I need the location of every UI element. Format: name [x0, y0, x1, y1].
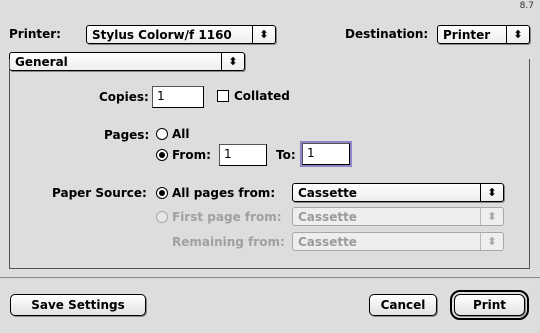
remaining-from-value: Cassette [298, 234, 357, 249]
pages-from-field[interactable]: 1 [219, 144, 267, 166]
up-down-arrows-icon: ⬍ [480, 233, 503, 250]
all-pages-from-label: All pages from: [172, 186, 276, 200]
destination-label: Destination: [345, 27, 429, 41]
up-down-arrows-icon: ⬍ [480, 208, 503, 225]
destination-popup[interactable]: Printer ⬍ [437, 25, 530, 44]
pages-from-radio[interactable] [156, 149, 168, 161]
copies-label: Copies: [99, 90, 149, 104]
printer-popup-value: Stylus Colorw/f 1160 [92, 27, 232, 42]
remaining-from-popup[interactable]: Cassette ⬍ [292, 232, 504, 251]
print-button[interactable]: Print [450, 290, 529, 320]
cancel-button[interactable]: Cancel [369, 294, 437, 316]
first-page-from-value: Cassette [298, 209, 357, 224]
pages-to-field[interactable]: 1 [300, 141, 352, 167]
all-pages-from-value: Cassette [298, 185, 357, 200]
collated-checkbox[interactable] [217, 90, 229, 102]
paper-source-label: Paper Source: [52, 186, 147, 200]
up-down-arrows-icon: ⬍ [506, 26, 529, 43]
first-page-from-radio[interactable] [156, 211, 168, 223]
up-down-arrows-icon: ⬍ [252, 26, 275, 43]
copies-field[interactable]: 1 [152, 86, 204, 108]
first-page-from-label: First page from: [172, 210, 282, 224]
printer-popup[interactable]: Stylus Colorw/f 1160 ⬍ [86, 25, 276, 44]
pages-from-label: From: [172, 148, 211, 162]
all-pages-from-popup[interactable]: Cassette ⬍ [292, 183, 504, 202]
remaining-from-label: Remaining from: [172, 235, 285, 249]
first-page-from-popup[interactable]: Cassette ⬍ [292, 207, 504, 226]
printer-label: Printer: [9, 27, 61, 41]
pages-all-radio[interactable] [156, 128, 168, 140]
pages-label: Pages: [104, 128, 150, 142]
version-label: 8.7 [519, 1, 534, 11]
collated-label: Collated [234, 89, 290, 103]
pages-all-label: All [172, 127, 190, 141]
footer-divider [0, 277, 540, 278]
destination-popup-value: Printer [443, 27, 491, 42]
all-pages-from-radio[interactable] [156, 187, 168, 199]
pages-to-label: To: [276, 148, 296, 162]
up-down-arrows-icon: ⬍ [480, 184, 503, 201]
save-settings-button[interactable]: Save Settings [10, 294, 146, 316]
